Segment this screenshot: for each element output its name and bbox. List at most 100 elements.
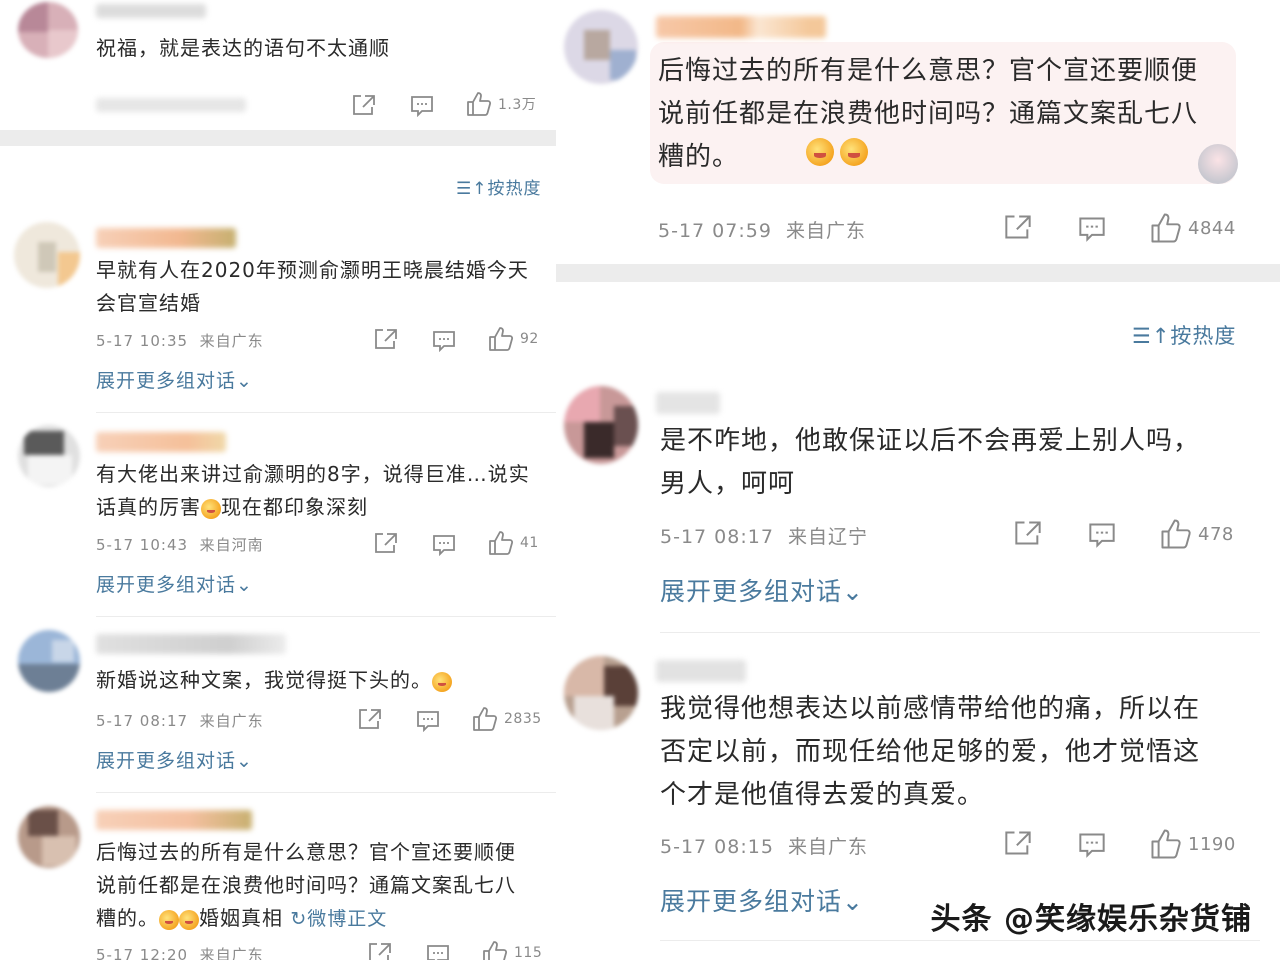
comment-icon	[1079, 833, 1105, 858]
right-screenshot-panel: 后悔过去的所有是什么意思？官个宣还要顺便说前任都是在浪费他时间吗？通篇文案乱七八…	[556, 0, 1280, 960]
avatar[interactable]	[18, 2, 78, 58]
comment-meta: 5-17 08:17 来自辽宁	[660, 522, 868, 549]
comment-icon	[427, 945, 449, 960]
comment-time: 5-17 12:20	[96, 946, 189, 960]
comment-source: 来自广东	[788, 836, 869, 858]
comment-icon	[433, 331, 455, 352]
comment-text: 我觉得他想表达以前感情带给他的痛，所以在否定以前，而现任给他足够的爱，他才觉悟这…	[660, 694, 1201, 810]
share-icon	[1015, 521, 1041, 545]
comment-text: 是不咋地，他敢保证以后不会再爱上别人吗，男人，呵呵	[660, 426, 1201, 499]
sort-icon: ☰↑	[1132, 324, 1171, 348]
share-button[interactable]	[352, 94, 376, 116]
comment-source: 来自广东	[199, 712, 264, 730]
avatar[interactable]	[14, 222, 80, 288]
comment-button[interactable]	[1078, 216, 1106, 242]
comment-button[interactable]	[432, 534, 456, 556]
expand-conversation-link[interactable]: 展开更多组对话⌄	[96, 366, 253, 393]
comment-text-tail: 婚姻真相	[199, 906, 283, 930]
share-button[interactable]	[1004, 214, 1032, 240]
avatar[interactable]	[18, 806, 80, 868]
blushing-emoji-icon	[806, 138, 834, 166]
comment-text: 有大佬出来讲过俞灏明的8字，说得巨准…说实话真的厉害 现在都印象深刻	[96, 458, 536, 524]
comment-time: 5-17 07:59	[658, 220, 772, 242]
username-blurred	[656, 392, 720, 414]
comment-icon	[1089, 523, 1115, 548]
share-button[interactable]	[1004, 830, 1032, 856]
like-button[interactable]: 2835	[472, 706, 542, 732]
expand-conversation-link[interactable]: 展开更多组对话⌄	[96, 570, 253, 597]
blushing-emoji-icon	[179, 909, 199, 930]
like-button[interactable]: 92	[488, 326, 539, 352]
comment-button[interactable]	[1078, 832, 1106, 858]
like-count: 2835	[504, 711, 542, 727]
comment-source: 来自广东	[786, 220, 867, 242]
comment-button[interactable]	[1088, 522, 1116, 548]
avatar[interactable]	[564, 10, 638, 84]
comment-button[interactable]	[416, 710, 440, 732]
divider	[96, 616, 556, 617]
avatar[interactable]	[564, 386, 638, 464]
like-button[interactable]: 478	[1160, 518, 1234, 550]
like-count: 115	[514, 945, 543, 960]
like-button[interactable]: 4844	[1150, 212, 1236, 244]
expand-conversation-link[interactable]: 展开更多组对话⌄	[96, 746, 253, 773]
like-button[interactable]: 115	[482, 940, 542, 960]
comment-time: 5-17 08:17	[660, 526, 774, 548]
share-button[interactable]	[358, 708, 382, 730]
comment-meta: 5-17 10:43 来自河南	[96, 534, 264, 555]
like-icon	[1151, 829, 1181, 859]
share-icon	[375, 533, 397, 553]
divider	[660, 940, 1260, 941]
comment-time: 5-17 08:17	[96, 712, 189, 730]
divider	[660, 632, 1260, 633]
comment-meta: 5-17 12:20 来自广东	[96, 944, 264, 960]
comment-text: 早就有人在2020年预测俞灏明王晓晨结婚今天会官宣结婚	[96, 258, 529, 315]
comment-icon	[433, 535, 455, 556]
sort-label: 按热度	[1170, 324, 1237, 348]
share-button[interactable]	[374, 532, 398, 554]
share-button[interactable]	[368, 942, 392, 960]
face-emoji-icon	[201, 498, 221, 519]
comment-source: 来自辽宁	[788, 526, 869, 548]
like-icon	[489, 531, 514, 555]
weibo-link[interactable]: ↻微博正文	[290, 908, 387, 930]
comment-button[interactable]	[426, 944, 450, 960]
left-screenshot-panel: 祝福，就是表达的语句不太通顺 1.3万 ☰↑按热度 早就有人在2020年预测俞灏…	[0, 0, 556, 960]
comment-time: 5-17 10:43	[96, 536, 189, 554]
expand-conversation-link[interactable]: 展开更多组对话⌄	[660, 572, 864, 608]
avatar[interactable]	[18, 425, 80, 487]
avatar[interactable]	[564, 656, 638, 730]
comment-text-main: 新婚说这种文案，我觉得挺下头的。	[96, 668, 432, 692]
sort-by-hot-button[interactable]: ☰↑按热度	[1132, 320, 1236, 350]
like-count: 1190	[1188, 833, 1236, 855]
comment-text: 后悔过去的所有是什么意思？官个宣还要顺便说前任都是在浪费他时间吗？通篇文案乱七八…	[96, 836, 536, 936]
section-separator	[0, 130, 556, 146]
comment-icon	[417, 711, 439, 732]
like-count: 478	[1198, 523, 1234, 545]
like-icon	[473, 707, 498, 731]
like-button[interactable]: 1190	[1150, 828, 1236, 860]
share-icon	[375, 329, 397, 349]
comment-button[interactable]	[432, 330, 456, 352]
sort-by-hot-button[interactable]: ☰↑按热度	[456, 174, 541, 199]
comment-button[interactable]	[410, 95, 434, 117]
username-blurred	[96, 228, 236, 248]
share-button[interactable]	[374, 328, 398, 350]
like-count: 1.3万	[498, 97, 537, 113]
blushing-emoji-icon	[840, 138, 868, 166]
share-button[interactable]	[1014, 520, 1042, 546]
like-icon	[483, 941, 508, 960]
avatar[interactable]	[18, 630, 80, 692]
like-button[interactable]: 1.3万	[466, 91, 536, 117]
divider	[96, 412, 556, 413]
anime-sticker-icon	[1198, 144, 1238, 184]
username-blurred	[96, 4, 206, 18]
username-blurred	[96, 432, 226, 452]
expand-conversation-link[interactable]: 展开更多组对话⌄	[660, 882, 864, 918]
like-count: 4844	[1188, 217, 1236, 239]
sort-icon: ☰↑	[456, 179, 488, 199]
share-icon	[353, 95, 375, 115]
comment-text: 新婚说这种文案，我觉得挺下头的。	[96, 664, 536, 693]
like-button[interactable]: 41	[488, 530, 539, 556]
comment-icon	[411, 96, 433, 117]
